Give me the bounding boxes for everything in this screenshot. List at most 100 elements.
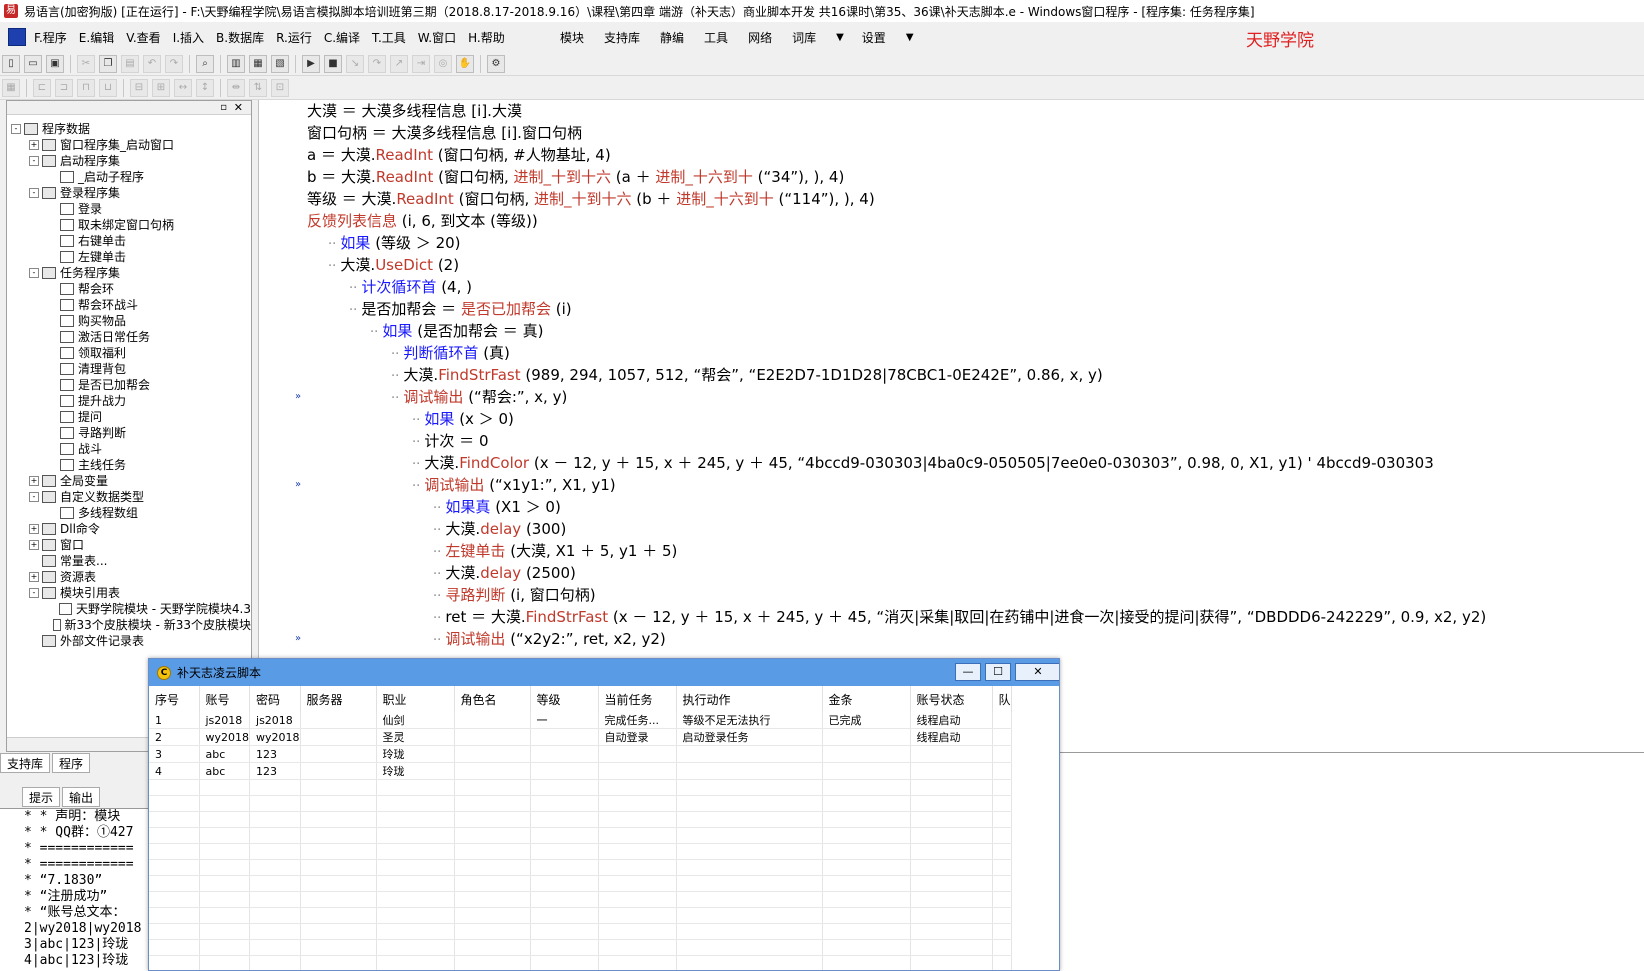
code-area[interactable]: 大漠 ＝ 大漠多线程信息 [i].大漠 窗口句柄 ＝ 大漠多线程信息 [i].窗口…	[307, 100, 1644, 650]
code-line[interactable]: 窗口句柄 ＝ 大漠多线程信息 [i].窗口句柄	[307, 122, 1644, 144]
tree-item[interactable]: 帮会环战斗	[11, 297, 251, 313]
menu-compile[interactable]: C.编译	[324, 29, 360, 46]
code-line[interactable]: 反馈列表信息 (i, 6, 到文本 (等级))	[307, 210, 1644, 232]
spacing-icon[interactable]: ⇹	[227, 78, 245, 97]
align-right-icon[interactable]: ⊐	[55, 78, 73, 97]
menu-run[interactable]: R.运行	[276, 29, 312, 46]
menu-window[interactable]: W.窗口	[418, 29, 456, 46]
code-line[interactable]: ·· 大漠.delay (2500)	[307, 562, 1644, 584]
run-to-cursor-icon[interactable]: ⇥	[412, 54, 430, 73]
menu-support-lib[interactable]: 支持库	[604, 29, 640, 46]
tree-item[interactable]: 主线任务	[11, 457, 251, 473]
code-line[interactable]: ·· 如果 (是否加帮会 ＝ 真)	[307, 320, 1644, 342]
layout-c-icon[interactable]: ▧	[271, 54, 289, 73]
column-header[interactable]: 角色名	[454, 686, 531, 712]
breakpoint-marker-icon[interactable]: »	[295, 391, 305, 402]
expand-icon[interactable]: +	[29, 572, 39, 582]
collapse-icon[interactable]: -	[29, 588, 39, 598]
table-row[interactable]	[149, 939, 1012, 956]
chevron-down-icon[interactable]: ▼	[906, 32, 914, 43]
step-into-icon[interactable]: ↘	[346, 54, 364, 73]
tree-item[interactable]: - 模块引用表	[11, 585, 251, 601]
layout-b-icon[interactable]: ▦	[249, 54, 267, 73]
table-row[interactable]	[149, 923, 1012, 940]
table-row[interactable]	[149, 907, 1012, 924]
code-line[interactable]: b ＝ 大漠.ReadInt (窗口句柄, 进制_十到十六 (a ＋ 进制_十六…	[307, 166, 1644, 188]
table-row[interactable]	[149, 843, 1012, 860]
code-line[interactable]: ·· ret ＝ 大漠.FindStrFast (x － 12, y ＋ 15,…	[307, 606, 1644, 628]
close-button[interactable]: ✕	[1015, 663, 1059, 681]
layout-a-icon[interactable]: ▥	[227, 54, 245, 73]
expand-icon[interactable]: +	[29, 540, 39, 550]
table-row[interactable]	[149, 891, 1012, 908]
code-editor[interactable]: 大漠 ＝ 大漠多线程信息 [i].大漠 窗口句柄 ＝ 大漠多线程信息 [i].窗口…	[258, 100, 1644, 752]
code-line[interactable]: ·· 左键单击 (大漠, X1 ＋ 5, y1 ＋ 5)	[307, 540, 1644, 562]
table-row[interactable]	[149, 955, 1012, 970]
order-icon[interactable]: ⇅	[249, 78, 267, 97]
step-out-icon[interactable]: ↗	[390, 54, 408, 73]
collapse-icon[interactable]: -	[11, 124, 21, 134]
menu-database[interactable]: B.数据库	[216, 29, 264, 46]
tree-item[interactable]: + 窗口程序集_启动窗口	[11, 137, 251, 153]
code-line[interactable]: ·· 判断循环首 (真)	[307, 342, 1644, 364]
menu-tools[interactable]: T.工具	[372, 29, 406, 46]
table-row[interactable]	[149, 779, 1012, 796]
paste-icon[interactable]: ▤	[121, 54, 139, 73]
tree-item[interactable]: + 资源表	[11, 569, 251, 585]
breakpoint-marker-icon[interactable]: »	[295, 633, 305, 644]
cut-icon[interactable]: ✂	[77, 54, 95, 73]
align-left-icon[interactable]: ⊏	[33, 78, 51, 97]
collapse-icon[interactable]: -	[29, 156, 39, 166]
tree-item[interactable]: 清理背包	[11, 361, 251, 377]
redo-icon[interactable]: ↷	[165, 54, 183, 73]
column-header[interactable]: 执行动作	[676, 686, 823, 712]
open-folder-icon[interactable]: ▭	[24, 54, 42, 73]
chevron-down-icon[interactable]: ▼	[836, 32, 844, 43]
code-line[interactable]: ·· 大漠.FindStrFast (989, 294, 1057, 512, …	[307, 364, 1644, 386]
collapse-icon[interactable]: -	[29, 492, 39, 502]
table-row[interactable]	[149, 795, 1012, 812]
grid-icon[interactable]: ▦	[2, 78, 20, 97]
expand-icon[interactable]: +	[29, 524, 39, 534]
menu-dictionary[interactable]: 词库	[792, 29, 816, 46]
code-line[interactable]: ·· 调试输出 (“x2y2:”, ret, x2, y2)	[307, 628, 1644, 650]
tree-item[interactable]: 右键单击	[11, 233, 251, 249]
tree-item[interactable]: - 登录程序集	[11, 185, 251, 201]
collapse-icon[interactable]: -	[29, 188, 39, 198]
tree-item[interactable]: 是否已加帮会	[11, 377, 251, 393]
column-header[interactable]: 序号	[149, 686, 200, 712]
new-file-icon[interactable]: ▯	[2, 54, 20, 73]
table-row[interactable]: 4 abc 123 玲珑	[149, 762, 1012, 780]
align-top-icon[interactable]: ⊓	[77, 78, 95, 97]
table-row[interactable]: 2 wy2018 wy2018 圣灵 自动登录 启动登录任务 线程启动	[149, 728, 1012, 746]
code-line[interactable]: ·· 如果 (等级 ＞ 20)	[307, 232, 1644, 254]
minimize-button[interactable]: —	[955, 663, 981, 681]
column-header[interactable]: 职业	[376, 686, 455, 712]
tree-item[interactable]: + 窗口	[11, 537, 251, 553]
column-header[interactable]: 等级	[530, 686, 599, 712]
tree-item[interactable]: + Dll命令	[11, 521, 251, 537]
column-header[interactable]: 账号	[199, 686, 251, 712]
step-over-icon[interactable]: ↷	[368, 54, 386, 73]
center-v-icon[interactable]: ⊞	[152, 78, 170, 97]
code-line[interactable]: ·· 计次 ＝ 0	[307, 430, 1644, 452]
menu-modules[interactable]: 模块	[560, 29, 584, 46]
menu-tools-2[interactable]: 工具	[704, 29, 728, 46]
code-line[interactable]: 大漠 ＝ 大漠多线程信息 [i].大漠	[307, 100, 1644, 122]
tree-item[interactable]: 提问	[11, 409, 251, 425]
menu-edit[interactable]: E.编辑	[79, 29, 114, 46]
column-header[interactable]: 密码	[249, 686, 301, 712]
tree-item[interactable]: 取未绑定窗口句柄	[11, 217, 251, 233]
menu-logo-icon[interactable]	[8, 28, 26, 46]
code-line[interactable]: ·· 大漠.UseDict (2)	[307, 254, 1644, 276]
menu-network[interactable]: 网络	[748, 29, 772, 46]
tree-item[interactable]: - 自定义数据类型	[11, 489, 251, 505]
tree-item[interactable]: 帮会环	[11, 281, 251, 297]
code-line[interactable]: ·· 调试输出 (“帮会:”, x, y)	[307, 386, 1644, 408]
menu-help[interactable]: H.帮助	[468, 29, 505, 46]
column-header[interactable]: 当前任务	[598, 686, 677, 712]
copy-icon[interactable]: ❐	[99, 54, 117, 73]
collapse-icon[interactable]: -	[29, 268, 39, 278]
column-header[interactable]: 金条	[822, 686, 911, 712]
tree-item[interactable]: 购买物品	[11, 313, 251, 329]
